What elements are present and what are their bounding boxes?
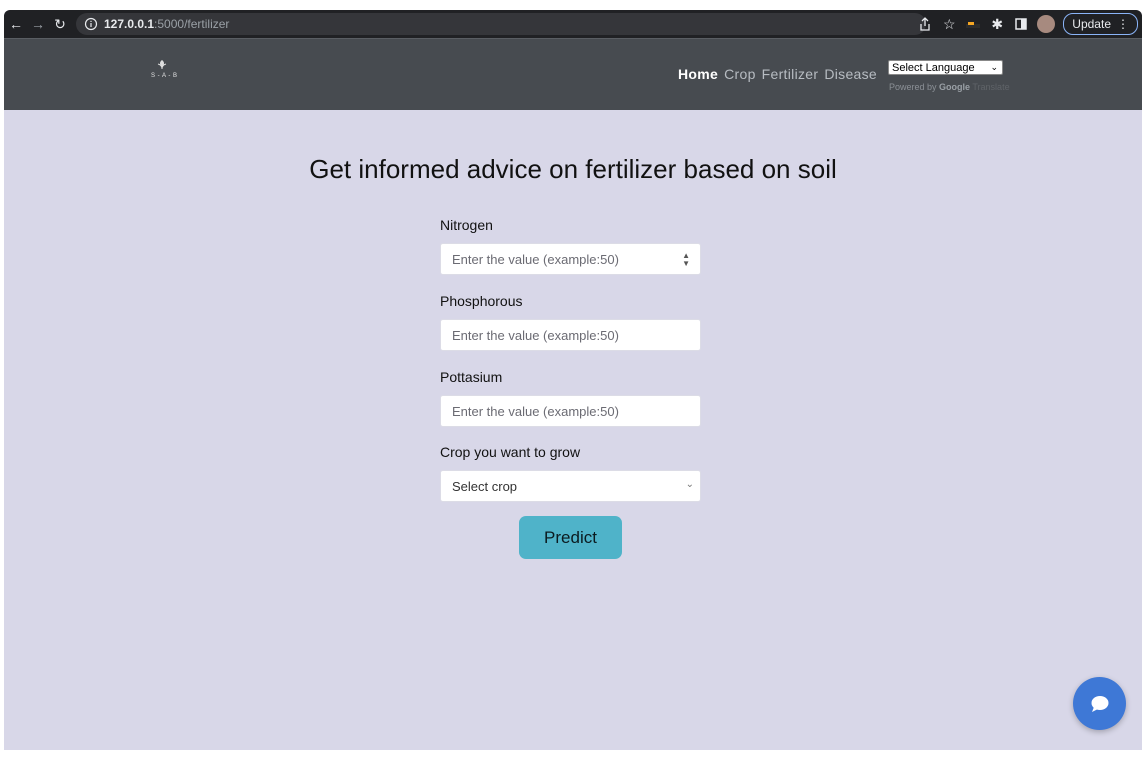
site-logo[interactable]: S - A - B (144, 57, 180, 85)
crop-select-value: Select crop (452, 478, 518, 494)
chevron-down-icon: ⌄ (990, 62, 998, 72)
nav-home[interactable]: Home (678, 66, 718, 82)
page-title: Get informed advice on fertilizer based … (309, 154, 837, 184)
nitrogen-input[interactable]: Enter the value (example:50) ▲ ▼ (440, 243, 701, 275)
phosphorous-input[interactable]: Enter the value (example:50) (440, 319, 701, 351)
crop-label: Crop you want to grow (440, 444, 581, 460)
share-icon[interactable] (917, 16, 933, 32)
address-bar[interactable]: 127.0.0.1:5000/fertilizer (76, 13, 926, 35)
nitrogen-label: Nitrogen (440, 217, 493, 233)
predict-button[interactable]: Predict (519, 516, 622, 559)
back-icon[interactable]: ← (6, 14, 26, 34)
powered-by-text: Powered by (889, 82, 937, 92)
nav-disease[interactable]: Disease (824, 66, 877, 82)
extension-icon[interactable] (965, 16, 981, 32)
number-stepper-icon[interactable]: ▲ ▼ (682, 252, 690, 268)
browser-window: ← → ↻ 127.0.0.1:5000/fertilizer ☆ ✱ Upd… (4, 10, 1142, 750)
nitrogen-placeholder: Enter the value (example:50) (452, 251, 619, 267)
info-icon[interactable] (84, 17, 98, 31)
pottasium-label: Pottasium (440, 369, 503, 385)
language-select[interactable]: Select Language ⌄ (888, 60, 1003, 75)
bookmark-star-icon[interactable]: ☆ (941, 16, 957, 32)
crop-select[interactable]: Select crop ⌄ (440, 470, 701, 502)
reload-icon[interactable]: ↻ (50, 14, 70, 34)
pottasium-placeholder: Enter the value (example:50) (452, 403, 619, 419)
url-path: :5000/fertilizer (154, 17, 230, 31)
sidepanel-icon[interactable] (1013, 16, 1029, 32)
update-label: Update (1072, 17, 1111, 31)
nav-links: Home Crop Fertilizer Disease (678, 66, 883, 82)
update-button[interactable]: Update ⋮ (1063, 13, 1138, 35)
site-navbar: S - A - B Home Crop Fertilizer Disease S… (4, 38, 1142, 110)
phosphorous-label: Phosphorous (440, 293, 523, 309)
nav-fertilizer[interactable]: Fertilizer (762, 66, 819, 82)
forward-icon[interactable]: → (28, 14, 48, 34)
phosphorous-placeholder: Enter the value (example:50) (452, 327, 619, 343)
puzzle-icon[interactable]: ✱ (989, 16, 1005, 32)
chevron-down-icon: ⌄ (685, 479, 694, 490)
chat-bubble-icon (1091, 695, 1108, 712)
translate-text: Translate (972, 82, 1010, 92)
powered-by-google: Powered by Google Translate (889, 82, 1010, 92)
nav-crop[interactable]: Crop (724, 66, 756, 82)
chat-button[interactable] (1073, 677, 1126, 730)
language-select-value: Select Language (892, 61, 975, 74)
menu-dots-icon: ⋮ (1117, 17, 1129, 31)
profile-avatar[interactable] (1037, 15, 1056, 33)
url-host: 127.0.0.1 (104, 17, 155, 31)
google-logo[interactable]: Google (939, 82, 970, 92)
browser-toolbar: ← → ↻ 127.0.0.1:5000/fertilizer ☆ ✱ Upd… (4, 10, 1142, 38)
pottasium-input[interactable]: Enter the value (example:50) (440, 395, 701, 427)
logo-text: S - A - B (151, 73, 178, 79)
